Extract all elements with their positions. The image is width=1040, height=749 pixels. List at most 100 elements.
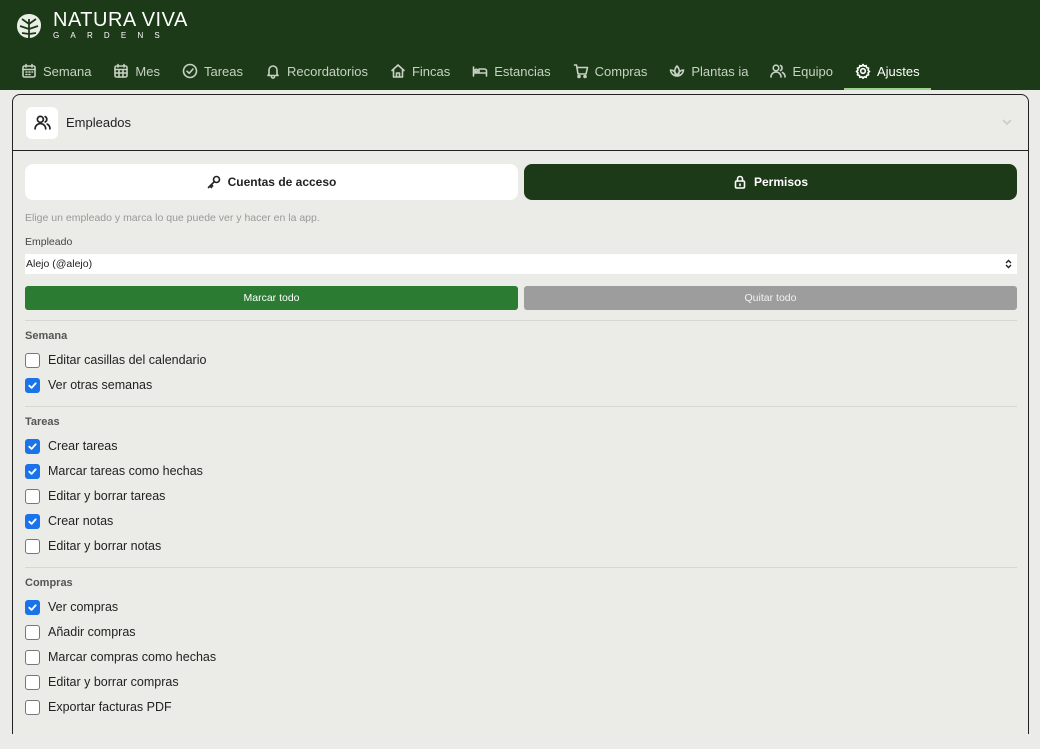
gear-icon — [855, 63, 871, 79]
checkbox[interactable] — [25, 438, 40, 454]
nav-tab-estancias[interactable]: Estancias — [461, 52, 561, 90]
app-header: NATURA VIVA GARDENS Semana Mes Tareas Re… — [0, 0, 1040, 90]
permission-item[interactable]: Añadir compras — [25, 624, 136, 640]
permission-item[interactable]: Crear notas — [25, 513, 113, 529]
checkmark-icon — [28, 603, 37, 611]
divider — [25, 567, 1017, 568]
bulk-actions: Marcar todo Quitar todo — [25, 286, 1017, 310]
employee-select-value: Alejo (@alejo) — [26, 258, 93, 270]
nav-tab-label: Mes — [135, 63, 160, 79]
brand-subtitle: GARDENS — [53, 31, 171, 40]
nav-tab-label: Compras — [594, 63, 648, 79]
nav-tab-label: Equipo — [792, 63, 833, 79]
checkbox[interactable] — [25, 624, 40, 640]
permission-item[interactable]: Exportar facturas PDF — [25, 699, 172, 715]
permission-label: Editar casillas del calendario — [48, 353, 207, 367]
group-title-semana: Semana — [25, 330, 68, 342]
permission-item[interactable]: Editar y borrar notas — [25, 538, 161, 554]
chevron-down-icon[interactable] — [1000, 115, 1014, 129]
calendar-month-icon — [114, 63, 129, 78]
nav-tab-tareas[interactable]: Tareas — [171, 52, 254, 90]
checkbox[interactable] — [25, 513, 40, 529]
nav-tab-ajustes[interactable]: Ajustes — [843, 52, 931, 90]
employee-label: Empleado — [25, 236, 73, 248]
check-circle-icon — [182, 63, 198, 79]
lock-icon — [734, 175, 746, 189]
bed-icon — [472, 66, 488, 77]
checkbox[interactable] — [25, 488, 40, 504]
checkbox[interactable] — [25, 538, 40, 554]
permission-label: Editar y borrar tareas — [48, 489, 166, 503]
bell-icon — [267, 65, 279, 79]
nav-tab-label: Plantas ia — [691, 63, 749, 79]
nav-tab-label: Ajustes — [876, 63, 920, 79]
permission-label: Exportar facturas PDF — [48, 700, 172, 714]
group-title-tareas: Tareas — [25, 416, 60, 428]
permission-label: Añadir compras — [48, 625, 136, 639]
users-icon — [770, 64, 787, 78]
tab-label: Cuentas de acceso — [227, 175, 337, 189]
permission-label: Ver compras — [48, 600, 119, 614]
employees-card: Empleados Cuentas de acceso Permisos Eli… — [12, 94, 1029, 734]
permission-label: Editar y borrar compras — [48, 675, 179, 689]
permission-item[interactable]: Editar casillas del calendario — [25, 352, 206, 368]
section-title: Empleados — [66, 115, 132, 130]
permission-item[interactable]: Marcar compras como hechas — [25, 649, 216, 665]
nav-tab-semana[interactable]: Semana — [10, 52, 102, 90]
main-nav: Semana Mes Tareas Recordatorios Fincas E… — [10, 52, 931, 90]
permission-item[interactable]: Editar y borrar tareas — [25, 488, 165, 504]
nav-tab-label: Recordatorios — [287, 63, 368, 79]
nav-tab-recordatorios[interactable]: Recordatorios — [254, 52, 379, 90]
calendar-week-icon — [22, 63, 36, 78]
checkmark-icon — [28, 517, 37, 525]
mark-all-button[interactable]: Marcar todo — [25, 286, 518, 310]
checkbox[interactable] — [25, 674, 40, 690]
permission-item[interactable]: Marcar tareas como hechas — [25, 463, 203, 479]
settings-tabs: Cuentas de acceso Permisos — [25, 164, 1017, 200]
brand-title: NATURA VIVA — [53, 9, 188, 31]
nav-tab-label: Tareas — [203, 63, 244, 79]
permission-item[interactable]: Editar y borrar compras — [25, 674, 179, 690]
tab-access-accounts[interactable]: Cuentas de acceso — [25, 164, 518, 200]
nav-tab-label: Fincas — [411, 63, 451, 79]
nav-tab-label: Semana — [43, 63, 92, 79]
nav-tab-equipo[interactable]: Equipo — [759, 52, 843, 90]
checkbox[interactable] — [25, 463, 40, 479]
nav-tab-plantas-ia[interactable]: Plantas ia — [658, 52, 759, 90]
home-icon — [391, 64, 405, 78]
permission-item[interactable]: Crear tareas — [25, 438, 117, 454]
permission-label: Crear tareas — [48, 439, 118, 453]
divider — [25, 406, 1017, 407]
nav-tab-mes[interactable]: Mes — [102, 52, 171, 90]
nav-tab-fincas[interactable]: Fincas — [379, 52, 461, 90]
checkbox[interactable] — [25, 699, 40, 715]
tab-label: Permisos — [753, 175, 809, 189]
plant-icon — [670, 65, 685, 77]
checkmark-icon — [28, 381, 37, 389]
section-icon-box — [26, 106, 58, 139]
monstera-leaf-icon — [17, 13, 41, 38]
group-title-compras: Compras — [25, 577, 73, 589]
permission-label: Marcar compras como hechas — [48, 650, 217, 664]
checkbox[interactable] — [25, 649, 40, 665]
employees-card-header[interactable]: Empleados — [13, 95, 1028, 151]
permission-label: Editar y borrar notas — [48, 539, 162, 553]
users-icon — [33, 115, 51, 130]
clear-all-button[interactable]: Quitar todo — [524, 286, 1017, 310]
permission-label: Marcar tareas como hechas — [48, 464, 203, 478]
checkbox[interactable] — [25, 352, 40, 368]
permission-item[interactable]: Ver compras — [25, 599, 118, 615]
permissions-hint: Elige un empleado y marca lo que puede v… — [25, 212, 320, 224]
brand-logo[interactable]: NATURA VIVA GARDENS — [14, 10, 188, 41]
checkbox[interactable] — [25, 377, 40, 393]
employee-select[interactable]: Alejo (@alejo) — [25, 254, 1017, 274]
divider — [25, 320, 1017, 321]
cart-icon — [573, 64, 588, 79]
permission-item[interactable]: Ver otras semanas — [25, 377, 152, 393]
checkmark-icon — [28, 442, 37, 450]
tab-permissions[interactable]: Permisos — [524, 164, 1017, 200]
checkbox[interactable] — [25, 599, 40, 615]
permission-label: Ver otras semanas — [48, 378, 153, 392]
nav-tab-compras[interactable]: Compras — [562, 52, 659, 90]
key-icon — [207, 175, 220, 189]
